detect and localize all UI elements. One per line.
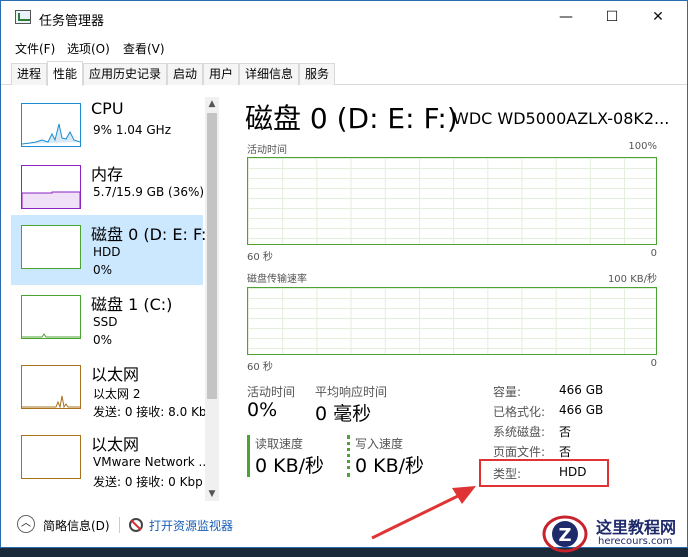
- menu-file[interactable]: 文件(F): [15, 40, 55, 57]
- close-button[interactable]: ✕: [635, 1, 681, 33]
- resource-monitor-icon[interactable]: [129, 518, 143, 532]
- open-resource-monitor-link[interactable]: 打开资源监视器: [149, 517, 233, 534]
- transfer-rate-graph: [247, 287, 657, 355]
- sidebar-item-cpu[interactable]: CPU 9% 1.04 GHz: [11, 93, 203, 163]
- menu-view[interactable]: 查看(V): [123, 40, 165, 57]
- activity-graph-label: 活动时间: [247, 145, 287, 156]
- transfer-graph-min: 0: [650, 358, 657, 369]
- sidebar-item-adapter: VMware Network ...: [93, 455, 210, 469]
- sidebar-item-ethernet-1[interactable]: 以太网 以太网 2 发送: 0 接收: 8.0 Kb: [11, 355, 207, 425]
- task-manager-window: 任务管理器 — ☐ ✕ 文件(F) 选项(O) 查看(V) 进程 性能 应用历史…: [0, 0, 688, 548]
- disk0-thumbnail-graph: [21, 225, 81, 269]
- watermark: Z 这里教程网 herecours.com: [540, 508, 688, 557]
- maximize-button[interactable]: ☐: [589, 1, 635, 33]
- minimize-button[interactable]: —: [543, 1, 589, 33]
- menu-options[interactable]: 选项(O): [67, 40, 110, 57]
- window-title: 任务管理器: [39, 14, 105, 29]
- capacity-value: 466 GB: [559, 383, 604, 397]
- watermark-title: 这里教程网: [596, 518, 677, 537]
- sidebar-item-disk-1[interactable]: 磁盘 1 (C:) SSD 0%: [11, 285, 203, 355]
- sidebar-item-traffic: 发送: 0 接收: 8.0 Kb: [93, 405, 207, 419]
- fewer-details-link[interactable]: 简略信息(D): [43, 517, 110, 534]
- resource-sidebar: CPU 9% 1.04 GHz 内存 5.7/15.9 GB (36%) 磁盘 …: [11, 93, 219, 501]
- activity-time-graph: [247, 157, 657, 245]
- sidebar-item-label: 内存: [91, 165, 124, 184]
- sidebar-item-type: SSD: [93, 315, 118, 329]
- transfer-graph-timespan: 60 秒: [247, 362, 273, 373]
- tab-processes[interactable]: 进程: [11, 63, 47, 85]
- task-manager-app-icon: [15, 10, 31, 24]
- response-time-label: 平均响应时间: [315, 385, 388, 399]
- scroll-up-arrow-icon[interactable]: ▲: [205, 97, 219, 111]
- sidebar-item-detail: 5.7/15.9 GB (36%): [93, 185, 205, 199]
- tab-startup[interactable]: 启动: [167, 63, 203, 85]
- sidebar-item-label: 以太网: [91, 365, 140, 384]
- title-bar[interactable]: 任务管理器 — ☐ ✕: [1, 1, 687, 35]
- watermark-logo-letter: Z: [558, 525, 571, 546]
- sidebar-item-type: HDD: [93, 245, 121, 259]
- formatted-value: 466 GB: [559, 403, 604, 417]
- sidebar-item-detail: 9% 1.04 GHz: [93, 123, 172, 137]
- read-speed-indicator: [247, 435, 250, 477]
- tab-app-history[interactable]: 应用历史记录: [83, 63, 167, 85]
- sidebar-item-usage: 0%: [93, 333, 113, 347]
- read-speed-value: 0 KB/秒: [255, 455, 325, 477]
- tab-services[interactable]: 服务: [299, 63, 335, 85]
- menu-bar: 文件(F) 选项(O) 查看(V): [1, 37, 687, 57]
- tab-users[interactable]: 用户: [203, 63, 239, 85]
- type-highlight-box: [479, 459, 609, 487]
- sidebar-item-usage: 0%: [93, 263, 113, 277]
- watermark-url: herecours.com: [598, 536, 673, 547]
- sidebar-scrollbar[interactable]: ▲ ▼: [205, 97, 219, 501]
- ethernet2-thumbnail-graph: [21, 435, 81, 479]
- write-speed-label: 写入速度: [355, 437, 404, 451]
- sidebar-item-ethernet-2[interactable]: 以太网 VMware Network ... 发送: 0 接收: 0 Kbp: [11, 425, 210, 495]
- active-time-value: 0%: [247, 399, 278, 421]
- cpu-thumbnail-graph: [21, 103, 81, 147]
- page-file-value: 否: [559, 445, 572, 459]
- disk1-thumbnail-graph: [21, 295, 81, 339]
- memory-thumbnail-graph: [21, 165, 81, 209]
- activity-graph-timespan: 60 秒: [247, 252, 273, 263]
- tab-bar: 进程 性能 应用历史记录 启动 用户 详细信息 服务: [1, 61, 687, 86]
- sidebar-item-disk-0[interactable]: 磁盘 0 (D: E: F:) HDD 0%: [11, 215, 213, 285]
- sidebar-item-label: 磁盘 0 (D: E: F:): [91, 225, 213, 244]
- write-speed-indicator: [347, 435, 350, 477]
- collapse-chevron-icon[interactable]: ︿: [17, 515, 35, 533]
- disk-detail-panel: 磁盘 0 (D: E: F:) WDC WD5000AZLX-08K2... 活…: [231, 93, 679, 503]
- transfer-graph-label: 磁盘传输速率: [247, 274, 307, 285]
- system-disk-label: 系统磁盘:: [493, 425, 546, 439]
- sidebar-item-label: 以太网: [91, 435, 140, 454]
- scroll-thumb[interactable]: [207, 113, 217, 399]
- scroll-down-arrow-icon[interactable]: ▼: [205, 487, 219, 501]
- sidebar-item-label: CPU: [91, 99, 124, 118]
- response-time-value: 0 毫秒: [315, 403, 372, 425]
- read-speed-label: 读取速度: [255, 437, 304, 451]
- activity-graph-max: 100%: [628, 141, 657, 152]
- footer-divider: [119, 517, 120, 533]
- sidebar-item-label: 磁盘 1 (C:): [91, 295, 173, 314]
- sidebar-item-traffic: 发送: 0 接收: 0 Kbp: [93, 475, 203, 489]
- page-file-label: 页面文件:: [493, 445, 546, 459]
- tab-performance[interactable]: 性能: [47, 61, 83, 86]
- write-speed-value: 0 KB/秒: [355, 455, 425, 477]
- transfer-graph-max: 100 KB/秒: [607, 274, 657, 285]
- page-title: 磁盘 0 (D: E: F:): [245, 102, 458, 135]
- capacity-label: 容量:: [493, 385, 522, 399]
- tab-details[interactable]: 详细信息: [239, 63, 299, 85]
- activity-graph-min: 0: [650, 248, 657, 259]
- watermark-logo-icon: Z: [542, 515, 588, 553]
- disk-model: WDC WD5000AZLX-08K2...: [453, 109, 670, 128]
- active-time-label: 活动时间: [247, 385, 296, 399]
- formatted-label: 已格式化:: [493, 405, 546, 419]
- ethernet1-thumbnail-graph: [21, 365, 81, 409]
- sidebar-item-adapter: 以太网 2: [93, 387, 141, 401]
- system-disk-value: 否: [559, 425, 572, 439]
